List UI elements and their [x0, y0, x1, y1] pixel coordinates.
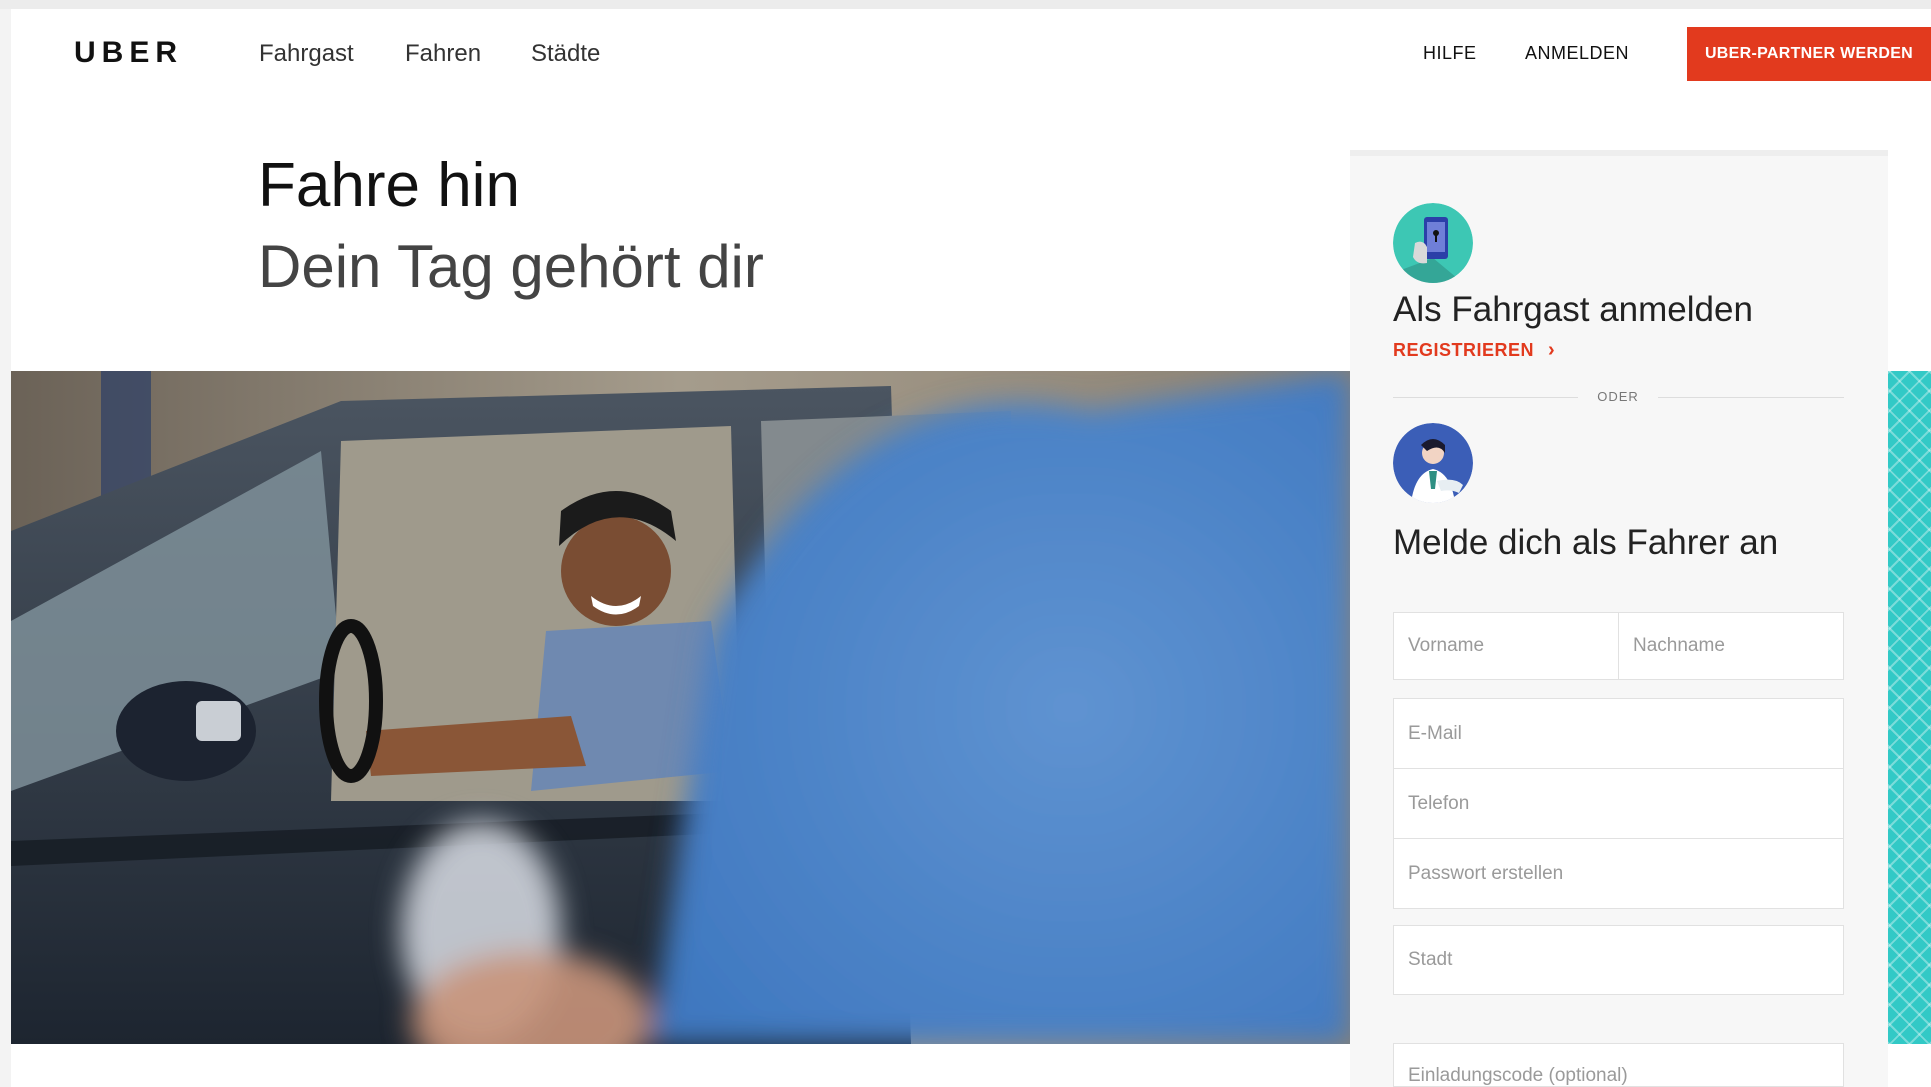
help-link[interactable]: HILFE	[1423, 43, 1477, 64]
or-divider-label: ODER	[1597, 389, 1639, 404]
register-label: REGISTRIEREN	[1393, 340, 1535, 360]
hero-title: Fahre hin	[258, 151, 520, 220]
become-partner-button[interactable]: UBER-PARTNER WERDEN	[1687, 27, 1931, 81]
divider-right	[1658, 397, 1844, 398]
driver-icon	[1393, 423, 1473, 503]
nav-fahren[interactable]: Fahren	[405, 40, 481, 68]
phone-field[interactable]	[1393, 768, 1844, 839]
hero-subtitle: Dein Tag gehört dir	[258, 233, 764, 300]
last-name-field[interactable]	[1618, 612, 1844, 680]
divider-left	[1393, 397, 1578, 398]
invite-code-field[interactable]	[1393, 1043, 1844, 1087]
chevron-right-icon: ›	[1548, 339, 1556, 361]
nav-fahrgast[interactable]: Fahrgast	[259, 40, 354, 68]
browser-top-strip	[0, 0, 1931, 9]
first-name-field[interactable]	[1393, 612, 1619, 680]
phone-icon	[1393, 203, 1473, 283]
login-link[interactable]: ANMELDEN	[1525, 43, 1629, 64]
city-field[interactable]	[1393, 925, 1844, 995]
password-field[interactable]	[1393, 838, 1844, 909]
register-link[interactable]: REGISTRIEREN ›	[1393, 339, 1555, 362]
email-field[interactable]	[1393, 698, 1844, 769]
decorative-pattern-panel	[1888, 371, 1931, 1044]
nav-staedte[interactable]: Städte	[531, 40, 600, 68]
rider-heading: Als Fahrgast anmelden	[1393, 290, 1753, 329]
uber-logo[interactable]: UBER	[74, 36, 183, 70]
driver-heading: Melde dich als Fahrer an	[1393, 523, 1779, 562]
hero-photo-driver-in-car	[11, 371, 1350, 1044]
page-left-edge	[0, 9, 11, 1087]
